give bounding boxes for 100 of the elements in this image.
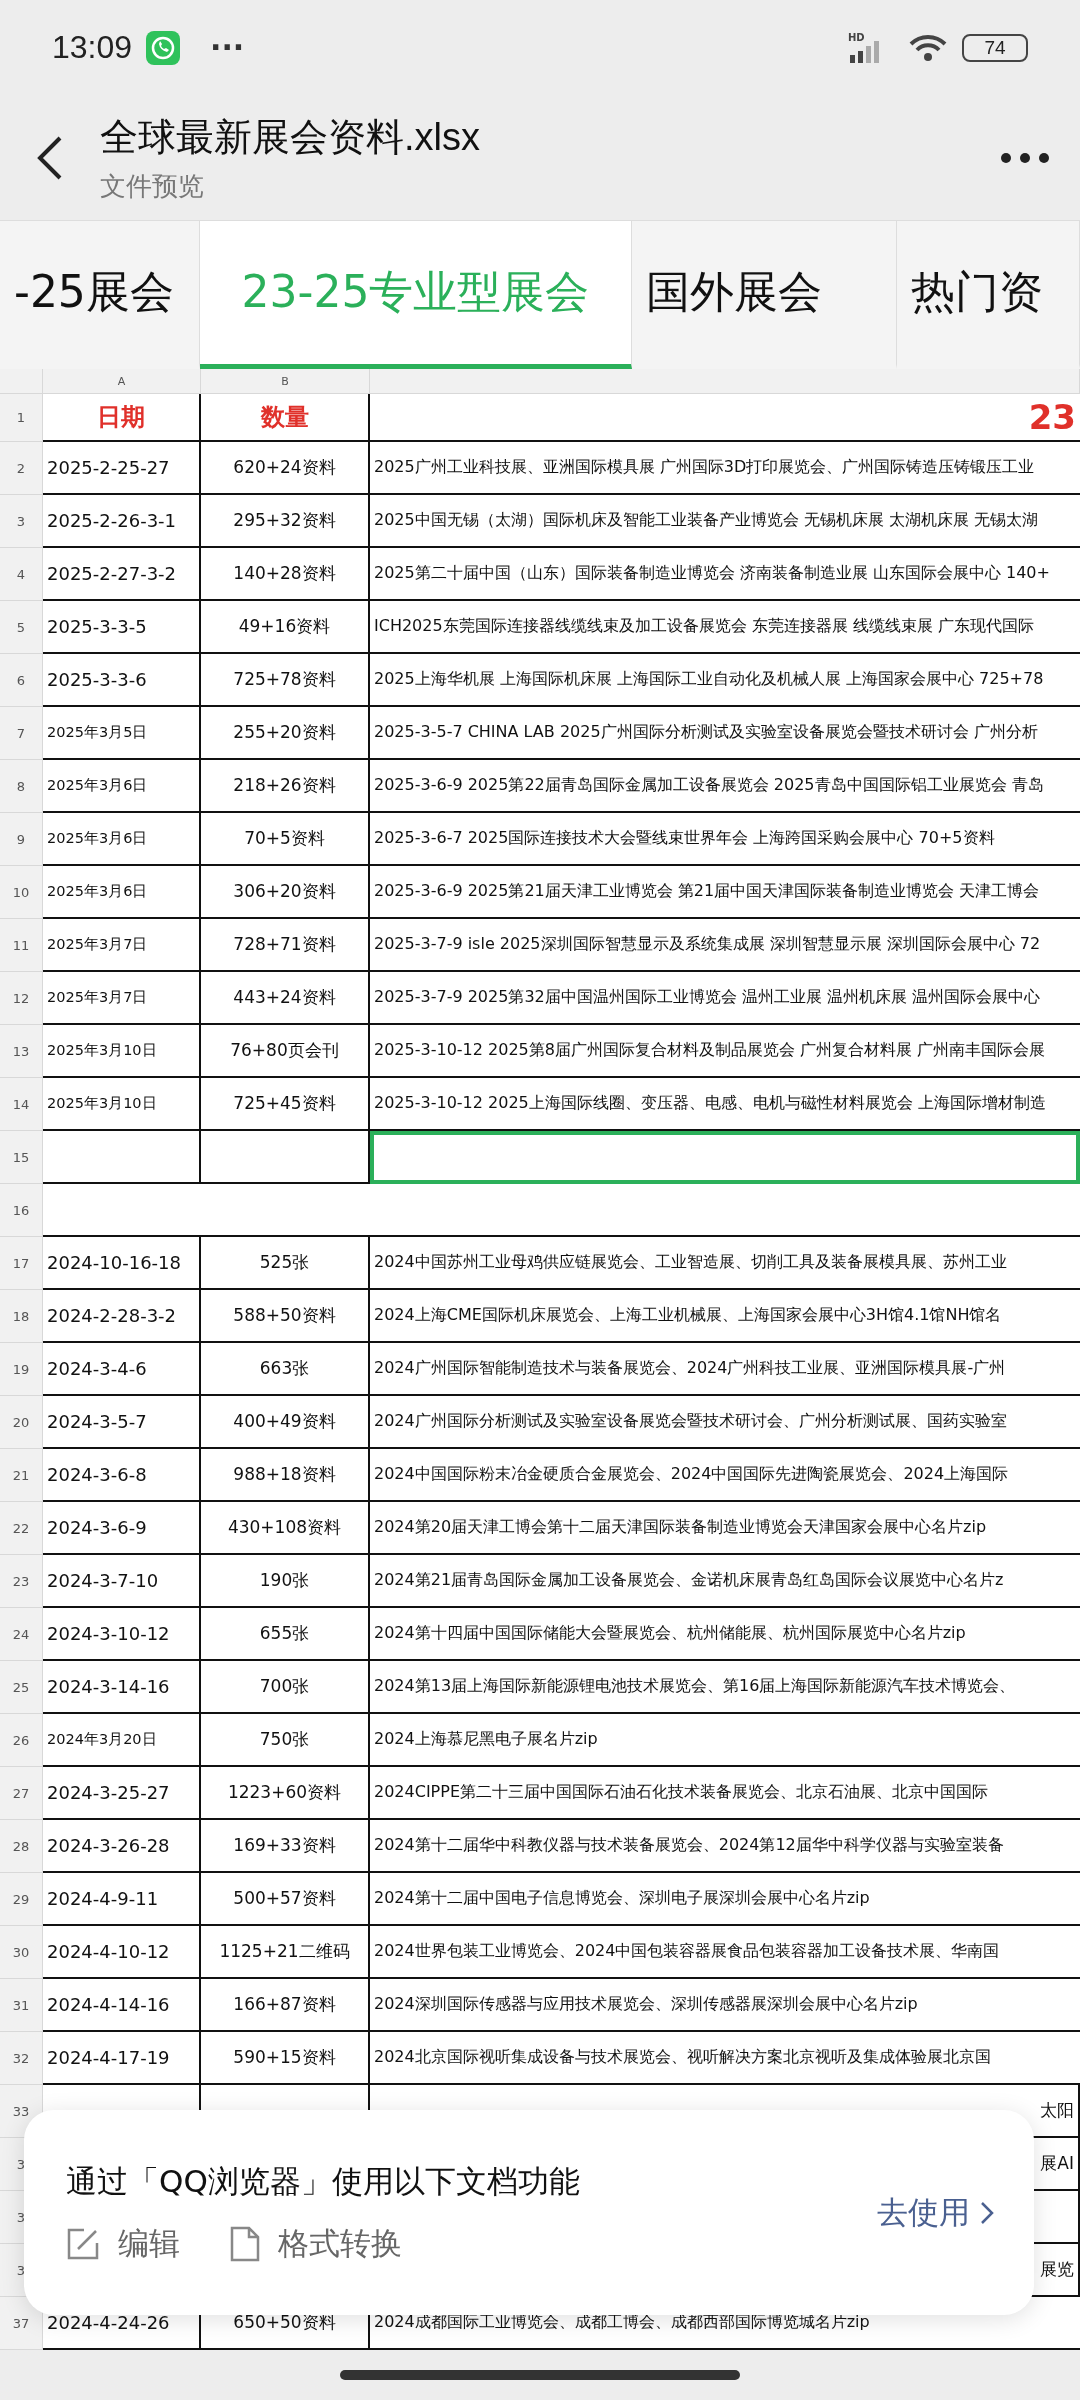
table-cell: 140+28资料 (201, 548, 370, 601)
row-number: 18 (0, 1290, 43, 1343)
table-cell: 2024-3-26-28 (43, 1820, 201, 1873)
table-cell: 295+32资料 (201, 495, 370, 548)
table-cell: 700张 (201, 1661, 370, 1714)
edit-icon (66, 2226, 100, 2261)
row-number: 4 (0, 548, 43, 601)
table-cell: 2024-3-6-9 (43, 1502, 201, 1555)
row-number: 16 (0, 1184, 43, 1237)
row-number: 20 (0, 1396, 43, 1449)
table-cell: 306+20资料 (201, 866, 370, 919)
header-corner (0, 369, 43, 394)
table-cell: 76+80页会刊 (201, 1025, 370, 1078)
more-icon[interactable] (1000, 151, 1050, 164)
row-number: 5 (0, 601, 43, 654)
table-cell: 2024-4-10-12 (43, 1926, 201, 1979)
table-cell: 1125+21二维码 (201, 1926, 370, 1979)
row-number: 19 (0, 1343, 43, 1396)
table-cell: 255+20资料 (201, 707, 370, 760)
row-number: 30 (0, 1926, 43, 1979)
row-number: 10 (0, 866, 43, 919)
row-number: 15 (0, 1131, 43, 1184)
table-cell: 2024-3-10-12 (43, 1608, 201, 1661)
table-cell: 2025-2-26-3-1 (43, 495, 201, 548)
table-cell: 500+57资料 (201, 1873, 370, 1926)
table-cell: 2025年3月6日 (43, 866, 201, 919)
table-cell: 2025-2-25-27 (43, 442, 201, 495)
sheet-tab[interactable]: -25展会 (0, 221, 200, 369)
table-cell: 2025年3月6日 (43, 760, 201, 813)
row-number: 21 (0, 1449, 43, 1502)
row-number: 8 (0, 760, 43, 813)
table-cell: 2025-3-3-6 (43, 654, 201, 707)
row-number: 24 (0, 1608, 43, 1661)
table-cell: 663张 (201, 1343, 370, 1396)
table-cell: 590+15资料 (201, 2032, 370, 2085)
table-cell: 2024-4-9-11 (43, 1873, 201, 1926)
row-number: 9 (0, 813, 43, 866)
table-cell: 443+24资料 (201, 972, 370, 1025)
use-button[interactable]: 去使用 (877, 2191, 994, 2234)
sheet-tab[interactable]: 热门资 (897, 221, 1080, 369)
table-cell: 2024-10-16-18 (43, 1237, 201, 1290)
table-cell: 725+45资料 (201, 1078, 370, 1131)
table-cell: 2025年3月7日 (43, 919, 201, 972)
row-number: 27 (0, 1767, 43, 1820)
table-cell: 2024-3-5-7 (43, 1396, 201, 1449)
row-number: 6 (0, 654, 43, 707)
table-cell: 2025年3月10日 (43, 1078, 201, 1131)
table-cell: 2025-3-3-5 (43, 601, 201, 654)
battery-icon: 74 (962, 33, 1028, 62)
row-number: 37 (0, 2297, 43, 2350)
row-number: 1 (0, 394, 43, 442)
row-number: 25 (0, 1661, 43, 1714)
row-number: 13 (0, 1025, 43, 1078)
row-number: 23 (0, 1555, 43, 1608)
row-number: 31 (0, 1979, 43, 2032)
table-cell: 2024-3-25-27 (43, 1767, 201, 1820)
row-number: 7 (0, 707, 43, 760)
row-number: 28 (0, 1820, 43, 1873)
table-cell: 49+16资料 (201, 601, 370, 654)
table-cell: 169+33资料 (201, 1820, 370, 1873)
table-cell: 2024-3-14-16 (43, 1661, 201, 1714)
table-cell: 166+87资料 (201, 1979, 370, 2032)
column-heading: 数量 (201, 394, 370, 442)
table-cell: 2024-2-28-3-2 (43, 1290, 201, 1343)
table-cell: 2025年3月7日 (43, 972, 201, 1025)
table-cell: 525张 (201, 1237, 370, 1290)
table-cell: 2025年3月6日 (43, 813, 201, 866)
row-number: 11 (0, 919, 43, 972)
table-cell: 2024-3-6-8 (43, 1449, 201, 1502)
table-cell: 2025年3月5日 (43, 707, 201, 760)
chat-icon (146, 30, 181, 65)
row-number: 29 (0, 1873, 43, 1926)
table-cell: 190张 (201, 1555, 370, 1608)
table-cell: 400+49资料 (201, 1396, 370, 1449)
table-cell: 2024-3-7-10 (43, 1555, 201, 1608)
banner-action[interactable]: 格式转换 (230, 2222, 402, 2265)
row-number: 32 (0, 2032, 43, 2085)
row-number: 2 (0, 442, 43, 495)
table-cell: 588+50资料 (201, 1290, 370, 1343)
chevron-icon (980, 2200, 994, 2225)
banner-action[interactable]: 编辑 (66, 2222, 180, 2265)
table-cell: 988+18资料 (201, 1449, 370, 1502)
document-icon (230, 2225, 260, 2262)
row-number: 17 (0, 1237, 43, 1290)
table-cell: 620+24资料 (201, 442, 370, 495)
more-status: ··· (210, 30, 245, 65)
table-cell: 655张 (201, 1608, 370, 1661)
table-cell: 2025-2-27-3-2 (43, 548, 201, 601)
table-cell: 2025年3月10日 (43, 1025, 201, 1078)
table-cell: 2024-4-17-19 (43, 2032, 201, 2085)
table-cell: 2024年3月20日 (43, 1714, 201, 1767)
table-cell: 1223+60资料 (201, 1767, 370, 1820)
row-number: 26 (0, 1714, 43, 1767)
file-subtitle: 文件预览 (100, 169, 205, 203)
table-cell: 70+5资料 (201, 813, 370, 866)
sheet-tab[interactable]: 国外展会 (632, 221, 897, 369)
column-letter: A (43, 369, 201, 394)
row-number: 12 (0, 972, 43, 1025)
table-cell: 2024-3-4-6 (43, 1343, 201, 1396)
selected-cell[interactable] (370, 1131, 1080, 1184)
